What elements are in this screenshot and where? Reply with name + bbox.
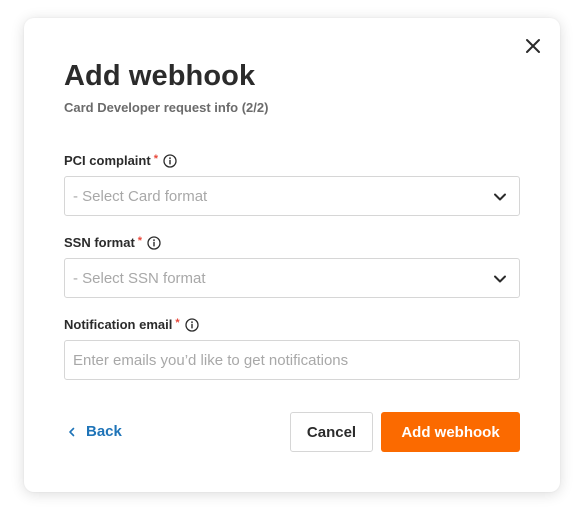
close-icon[interactable] [524, 37, 542, 55]
required-mark: * [153, 152, 158, 165]
back-label: Back [86, 423, 122, 440]
back-link[interactable]: Back [67, 423, 122, 440]
notification-email-label-text: Notification email [64, 317, 173, 332]
add-webhook-dialog: Add webhook Card Developer request info … [24, 18, 560, 492]
ssn-format-select[interactable]: - Select SSN format [64, 258, 520, 298]
chevron-down-icon [493, 272, 507, 286]
pci-complaint-placeholder: - Select Card format [73, 187, 208, 205]
dialog-subtitle: Card Developer request info (2/2) [64, 100, 269, 115]
pci-complaint-label: PCI complaint * [64, 153, 177, 168]
notification-email-input[interactable]: Enter emails you’d like to get notificat… [64, 340, 520, 380]
notification-email-placeholder: Enter emails you’d like to get notificat… [73, 351, 349, 369]
dialog-title: Add webhook [64, 60, 256, 92]
pci-complaint-label-text: PCI complaint [64, 153, 151, 168]
ssn-format-label-text: SSN format [64, 235, 135, 250]
chevron-left-icon [67, 427, 77, 437]
pci-complaint-select[interactable]: - Select Card format [64, 176, 520, 216]
add-webhook-button[interactable]: Add webhook [381, 412, 520, 452]
required-mark: * [175, 316, 180, 329]
cancel-button[interactable]: Cancel [290, 412, 373, 452]
info-icon[interactable] [163, 153, 177, 168]
ssn-format-label: SSN format * [64, 235, 161, 250]
notification-email-label: Notification email * [64, 317, 199, 332]
ssn-format-placeholder: - Select SSN format [73, 269, 206, 287]
info-icon[interactable] [184, 317, 199, 332]
info-icon[interactable] [147, 235, 161, 250]
required-mark: * [137, 234, 143, 247]
chevron-down-icon [493, 190, 507, 204]
